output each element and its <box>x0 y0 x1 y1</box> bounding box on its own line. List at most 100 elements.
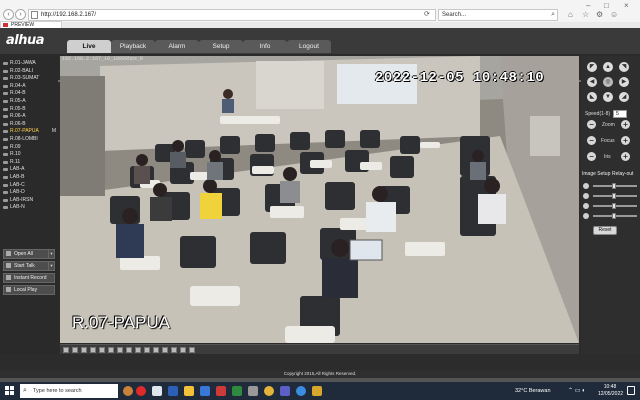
tab-image-setup[interactable]: Image Setup <box>582 170 610 178</box>
channel-item[interactable]: R.07-PAPUA M <box>2 128 56 136</box>
notification-icon[interactable] <box>627 386 635 395</box>
stream-main-icon[interactable] <box>144 347 150 353</box>
channel-item[interactable]: R.10 <box>2 151 56 159</box>
channel-item[interactable]: LAB-B <box>2 174 56 182</box>
layout-9-icon[interactable] <box>81 347 87 353</box>
tab-live[interactable]: Live <box>67 40 111 53</box>
zoom-in-icon[interactable]: + <box>621 120 630 129</box>
address-bar[interactable]: http://192.168.2.167/ <box>28 9 436 21</box>
instant-record-button[interactable]: Instant Record <box>3 273 55 283</box>
task-view-icon[interactable] <box>152 386 162 396</box>
fluency-icon[interactable] <box>171 347 177 353</box>
channel-item[interactable]: LAB-C <box>2 182 56 190</box>
maximize-icon[interactable]: □ <box>604 0 609 12</box>
settings-app-icon[interactable] <box>248 386 258 396</box>
ptz-down-left-icon[interactable]: ◣ <box>587 92 597 102</box>
back-icon[interactable]: ‹ <box>3 9 14 20</box>
home-icon[interactable]: ⌂ <box>568 9 573 21</box>
ptz-up-icon[interactable]: ▲ <box>603 62 613 72</box>
channel-item[interactable]: R.05-B <box>2 106 56 114</box>
fullscreen-icon[interactable] <box>99 347 105 353</box>
channel-item[interactable]: LAB-D <box>2 189 56 197</box>
excel-icon[interactable] <box>232 386 242 396</box>
open-all-button[interactable]: Open All ▼ <box>3 249 55 259</box>
chrome-icon[interactable] <box>264 386 274 396</box>
channel-item[interactable]: R.11 <box>2 159 56 167</box>
tray-icons[interactable]: ⌃ ▭ ◐ <box>568 384 586 398</box>
file-explorer-icon[interactable] <box>184 386 194 396</box>
forward-icon[interactable]: › <box>15 9 26 20</box>
close-all-icon[interactable] <box>180 347 186 353</box>
brightness-slider[interactable] <box>593 183 637 189</box>
weather-widget[interactable]: 32°C Berawan <box>515 384 551 398</box>
security-icon[interactable] <box>312 386 322 396</box>
video-feed[interactable] <box>60 56 579 343</box>
stream-sub-icon[interactable] <box>153 347 159 353</box>
slider-knob[interactable] <box>612 183 616 189</box>
start-talk-button[interactable]: Start Talk ▼ <box>3 261 55 271</box>
zoom-out-icon[interactable]: − <box>587 120 596 129</box>
channel-item[interactable]: R.06-B <box>2 121 56 129</box>
word-icon[interactable] <box>168 386 178 396</box>
tab-alarm[interactable]: Alarm <box>155 40 199 53</box>
channel-item[interactable]: R.03-SUMAT <box>2 75 56 83</box>
tab-relay-out[interactable]: Relay-out <box>612 170 633 178</box>
record-toggle-icon[interactable] <box>117 347 123 353</box>
iris-in-icon[interactable]: + <box>621 152 630 161</box>
contrast-slider[interactable] <box>593 193 637 199</box>
mail-icon[interactable] <box>200 386 210 396</box>
tab-logout[interactable]: Logout <box>287 40 331 53</box>
iris-out-icon[interactable]: − <box>587 152 596 161</box>
browser-tab[interactable]: PREVIEW <box>0 21 62 28</box>
channel-item[interactable]: R.09 <box>2 144 56 152</box>
slider-knob[interactable] <box>612 203 616 209</box>
chevron-down-icon[interactable]: ▼ <box>48 262 54 270</box>
layout-1-icon[interactable] <box>63 347 69 353</box>
tab-playback[interactable]: Playback <box>111 40 155 53</box>
slider-knob[interactable] <box>612 193 616 199</box>
audio-icon[interactable] <box>126 347 132 353</box>
red-circle-icon[interactable] <box>136 386 146 396</box>
channel-item[interactable]: LAB-IRSN <box>2 197 56 205</box>
ptz-left-icon[interactable]: ◀ <box>587 77 597 87</box>
hue-slider[interactable] <box>593 213 637 219</box>
focus-out-icon[interactable]: − <box>587 136 596 145</box>
channel-item[interactable]: LAB-N <box>2 204 56 212</box>
channel-item[interactable]: R.05-A <box>2 98 56 106</box>
ptz-right-icon[interactable]: ▶ <box>619 77 629 87</box>
teams-icon[interactable] <box>280 386 290 396</box>
browser-search-input[interactable]: Search... ⌕ <box>438 9 558 21</box>
layout-16-icon[interactable] <box>90 347 96 353</box>
clock[interactable]: 10:48 12/05/2022 <box>598 384 623 397</box>
focus-in-icon[interactable]: + <box>621 136 630 145</box>
windows-start-icon[interactable] <box>5 386 15 396</box>
layout-4-icon[interactable] <box>72 347 78 353</box>
chevron-down-icon[interactable]: ▼ <box>48 250 54 258</box>
minimize-icon[interactable]: – <box>586 0 590 12</box>
channel-item[interactable]: R.02-BALI <box>2 68 56 76</box>
more-icon[interactable] <box>189 347 195 353</box>
channel-item[interactable]: R.08-LOMBI <box>2 136 56 144</box>
reset-button[interactable]: Reset <box>593 226 617 235</box>
tab-info[interactable]: Info <box>243 40 287 53</box>
refresh-icon[interactable]: ⟳ <box>424 9 430 21</box>
internet-explorer-icon[interactable] <box>296 386 306 396</box>
emoji-icon[interactable]: ☺ <box>610 9 618 21</box>
slider-knob[interactable] <box>612 213 616 219</box>
channel-item[interactable]: R.06-A <box>2 113 56 121</box>
ptz-up-right-icon[interactable]: ◥ <box>619 62 629 72</box>
speed-select[interactable]: 5 <box>613 110 627 118</box>
ratio-icon[interactable] <box>162 347 168 353</box>
ptz-down-icon[interactable]: ▼ <box>603 92 613 102</box>
snapshot-icon[interactable] <box>108 347 114 353</box>
ptz-down-right-icon[interactable]: ◢ <box>619 92 629 102</box>
tab-setup[interactable]: Setup <box>199 40 243 53</box>
ptz-up-left-icon[interactable]: ◤ <box>587 62 597 72</box>
local-play-button[interactable]: Local Play <box>3 285 55 295</box>
ptz-center-icon[interactable]: ◎ <box>603 77 613 87</box>
saturation-slider[interactable] <box>593 203 637 209</box>
gingerbread-icon[interactable] <box>123 386 133 396</box>
sound-icon[interactable] <box>216 386 226 396</box>
channel-item[interactable]: LAB-A <box>2 166 56 174</box>
settings-icon[interactable]: ⚙ <box>596 9 603 21</box>
